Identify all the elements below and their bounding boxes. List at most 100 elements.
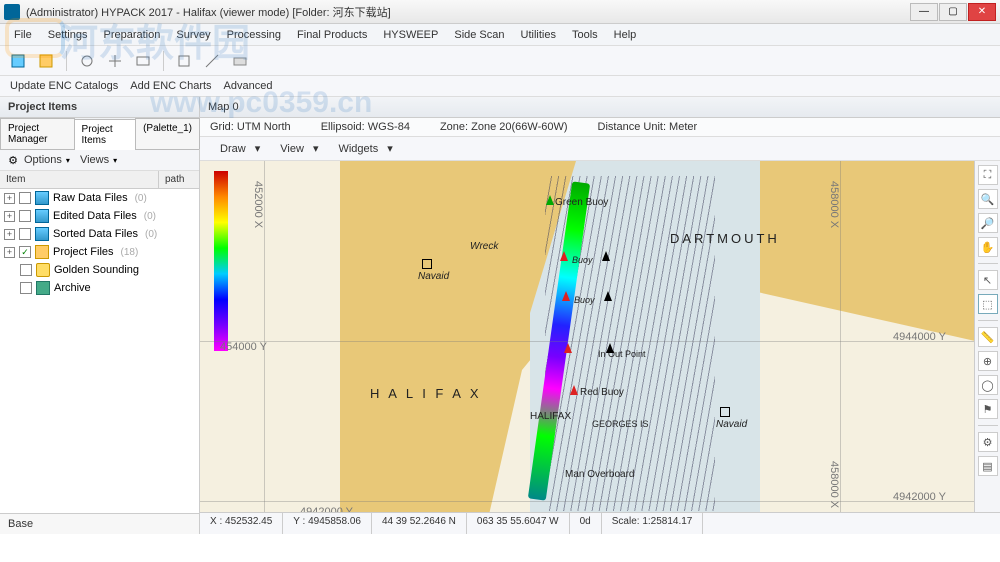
menu-help[interactable]: Help — [606, 26, 645, 44]
toolbar-btn-7[interactable] — [200, 50, 224, 72]
menu-tools[interactable]: Tools — [564, 26, 606, 44]
info-grid: Grid: UTM North — [210, 121, 291, 133]
map-canvas[interactable]: 452000 X 454000 Y 458000 X 458000 X 4944… — [200, 161, 974, 512]
tree-label: Golden Sounding — [54, 264, 139, 276]
window-title: (Administrator) HYPACK 2017 - Halifax (v… — [26, 4, 910, 20]
tool-target[interactable]: ⊕ — [978, 351, 998, 371]
checkbox[interactable] — [20, 264, 32, 276]
checkbox[interactable] — [19, 192, 31, 204]
tree-item-edited-data[interactable]: + Edited Data Files (0) — [0, 207, 199, 225]
tab-project-manager[interactable]: Project Manager — [0, 118, 75, 149]
label-buoy: Buoy — [572, 255, 593, 265]
tool-zoom-out[interactable]: 🔎 — [978, 213, 998, 233]
tree-item-raw-data[interactable]: + Raw Data Files (0) — [0, 189, 199, 207]
tool-extents[interactable]: ⛶ — [978, 165, 998, 185]
menu-file[interactable]: File — [6, 26, 40, 44]
tool-zoom-in[interactable]: 🔍 — [978, 189, 998, 209]
options-icon: ⚙ — [6, 153, 20, 167]
title-bar: (Administrator) HYPACK 2017 - Halifax (v… — [0, 0, 1000, 24]
map-title: Map 0 — [200, 97, 1000, 118]
tab-project-items[interactable]: Project Items — [74, 119, 137, 150]
menu-survey[interactable]: Survey — [168, 26, 218, 44]
status-y: Y : 4945858.06 — [283, 513, 372, 534]
map-tool-strip: ⛶ 🔍 🔎 ✋ ↖ ⬚ 📏 ⊕ ◯ ⚑ ⚙ ▤ — [974, 161, 1000, 512]
views-dropdown[interactable]: Views — [80, 154, 109, 166]
tool-pan[interactable]: ✋ — [978, 237, 998, 257]
expand-toggle[interactable]: + — [4, 211, 15, 222]
label-georges-is: GEORGES IS — [592, 419, 649, 429]
tool-circle[interactable]: ◯ — [978, 375, 998, 395]
label-green-buoy: Green Buoy — [555, 197, 608, 208]
checkbox[interactable] — [19, 246, 31, 258]
buoy-icon — [604, 291, 612, 303]
expand-toggle[interactable]: + — [4, 247, 15, 258]
map-menu-widgets[interactable]: Widgets ▾ — [326, 140, 398, 157]
label-navaid: Navaid — [716, 419, 747, 430]
status-bar: X : 452532.45 Y : 4945858.06 44 39 52.26… — [200, 512, 1000, 534]
tree-label: Archive — [54, 282, 91, 294]
main-area: Map 0 Grid: UTM North Ellipsoid: WGS-84 … — [200, 97, 1000, 534]
archive-icon — [36, 281, 50, 295]
checkbox[interactable] — [19, 228, 31, 240]
expand-toggle[interactable]: + — [4, 229, 15, 240]
menu-processing[interactable]: Processing — [219, 26, 289, 44]
grid-label: 454000 Y — [220, 341, 267, 353]
toolbar-btn-4[interactable] — [103, 50, 127, 72]
map-menu-view[interactable]: View ▾ — [268, 140, 324, 157]
tree-item-golden-sounding[interactable]: Golden Sounding — [0, 261, 199, 279]
expand-toggle[interactable]: + — [4, 193, 15, 204]
toolbar-sep — [163, 51, 164, 71]
info-zone: Zone: Zone 20(66W-60W) — [440, 121, 568, 133]
tool-arrow[interactable]: ↖ — [978, 270, 998, 290]
tool-select[interactable]: ⬚ — [978, 294, 998, 314]
tree-header: Item path — [0, 171, 199, 189]
sidebar-subbar: ⚙ Options▾ Views▾ — [0, 150, 199, 171]
toolbar-btn-8[interactable] — [228, 50, 252, 72]
status-x: X : 452532.45 — [200, 513, 283, 534]
toolbar-btn-5[interactable] — [131, 50, 155, 72]
project-tree[interactable]: + Raw Data Files (0) + Edited Data Files… — [0, 189, 199, 513]
tree-header-item: Item — [0, 171, 159, 188]
advanced[interactable]: Advanced — [224, 80, 273, 92]
tree-item-project-files[interactable]: + Project Files (18) — [0, 243, 199, 261]
checkbox[interactable] — [20, 282, 32, 294]
status-lon: 063 35 55.6047 W — [467, 513, 570, 534]
tree-label: Edited Data Files — [53, 210, 137, 222]
menu-final-products[interactable]: Final Products — [289, 26, 375, 44]
tree-label: Project Files — [53, 246, 114, 258]
tool-flag[interactable]: ⚑ — [978, 399, 998, 419]
tool-settings[interactable]: ⚙ — [978, 432, 998, 452]
tree-item-sorted-data[interactable]: + Sorted Data Files (0) — [0, 225, 199, 243]
toolbar-btn-1[interactable] — [6, 50, 30, 72]
update-enc-catalogs[interactable]: Update ENC Catalogs — [10, 80, 118, 92]
buoy-icon — [606, 343, 614, 355]
options-dropdown[interactable]: Options — [24, 154, 62, 166]
tool-measure[interactable]: 📏 — [978, 327, 998, 347]
tab-palette-1[interactable]: (Palette_1) — [135, 118, 200, 149]
tool-layers[interactable]: ▤ — [978, 456, 998, 476]
tool-sep — [978, 425, 998, 426]
checkbox[interactable] — [19, 210, 31, 222]
buoy-icon — [564, 343, 572, 355]
add-enc-charts[interactable]: Add ENC Charts — [130, 80, 211, 92]
toolbar-btn-6[interactable] — [172, 50, 196, 72]
grid-label: 458000 X — [828, 181, 840, 228]
menu-settings[interactable]: Settings — [40, 26, 96, 44]
navaid-icon — [720, 407, 730, 417]
close-button[interactable]: ✕ — [968, 3, 996, 21]
info-ellipsoid: Ellipsoid: WGS-84 — [321, 121, 410, 133]
maximize-button[interactable]: ▢ — [939, 3, 967, 21]
menu-utilities[interactable]: Utilities — [513, 26, 564, 44]
tree-item-archive[interactable]: Archive — [0, 279, 199, 297]
menu-preparation[interactable]: Preparation — [95, 26, 168, 44]
main-toolbar — [0, 46, 1000, 76]
menu-hysweep[interactable]: HYSWEEP — [375, 26, 446, 44]
grid-line-h — [200, 501, 974, 502]
minimize-button[interactable]: — — [910, 3, 938, 21]
toolbar-btn-3[interactable] — [75, 50, 99, 72]
toolbar-btn-2[interactable] — [34, 50, 58, 72]
menu-side-scan[interactable]: Side Scan — [446, 26, 512, 44]
grid-label: 452000 X — [252, 181, 264, 228]
app-icon — [4, 4, 20, 20]
map-menu-draw[interactable]: Draw ▾ — [208, 140, 266, 157]
